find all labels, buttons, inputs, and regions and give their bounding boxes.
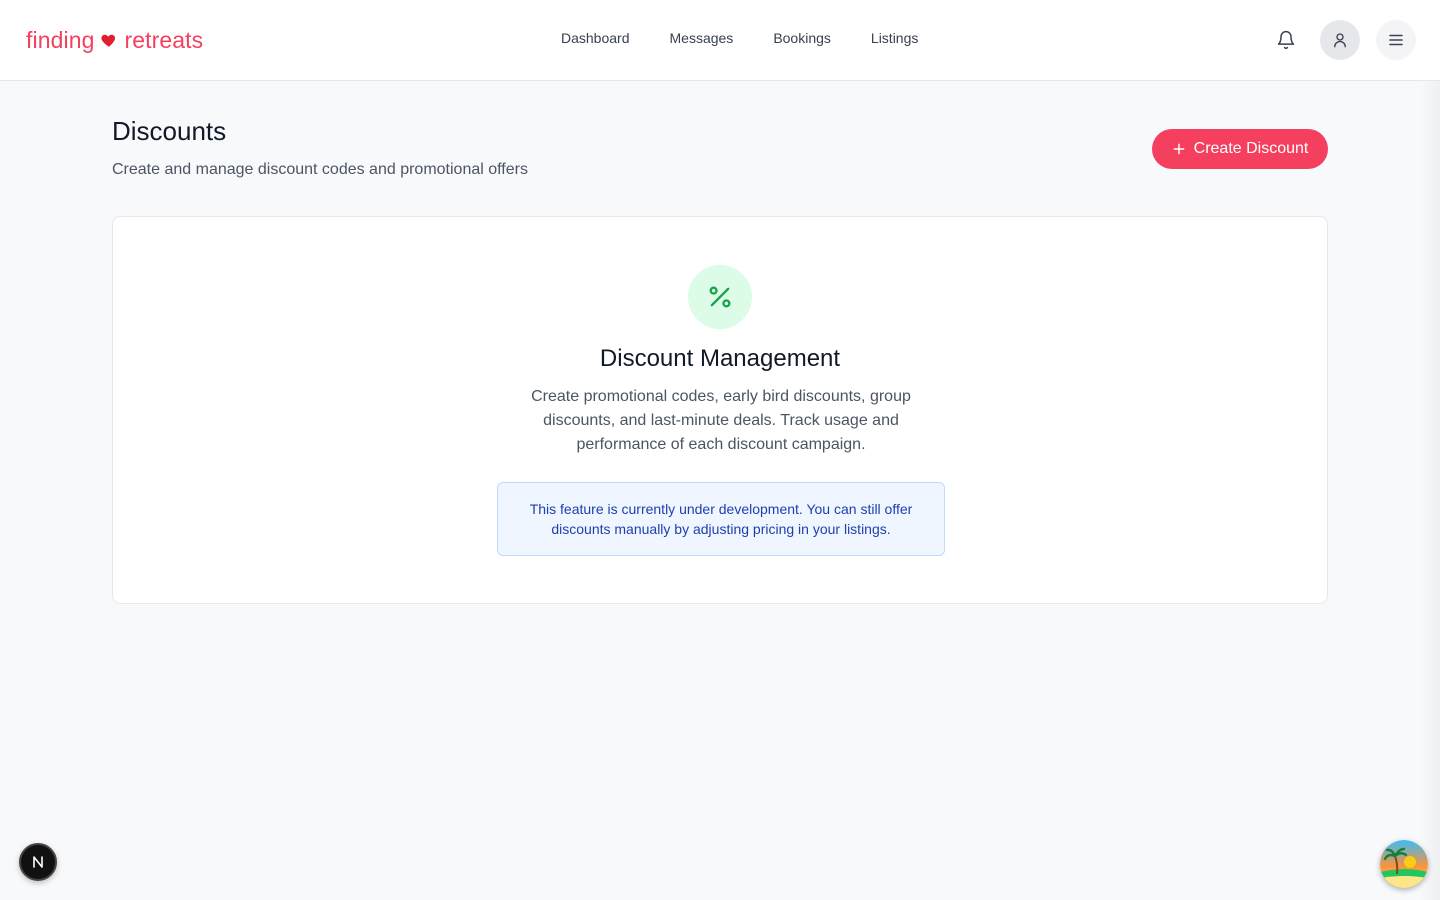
scroll-shade xyxy=(1420,81,1440,900)
discount-management-card: Discount Management Create promotional c… xyxy=(112,216,1328,604)
page-subtitle: Create and manage discount codes and pro… xyxy=(112,161,528,178)
percent-icon xyxy=(709,286,731,308)
page-title: Discounts xyxy=(112,116,227,146)
notifications-button[interactable] xyxy=(1266,20,1306,60)
user-icon xyxy=(1334,33,1346,48)
brand-word-retreats: retreats xyxy=(124,26,204,53)
nav-dashboard[interactable]: Dashboard xyxy=(561,30,630,46)
heart-icon xyxy=(101,34,116,47)
nav-listings[interactable]: Listings xyxy=(871,30,918,46)
palm-beach-icon xyxy=(1380,840,1428,888)
create-discount-button[interactable]: Create Discount xyxy=(1152,129,1328,169)
brand-word-finding: finding xyxy=(26,26,95,53)
menu-icon xyxy=(1389,34,1403,46)
brand-logo[interactable]: finding retreats xyxy=(26,26,203,54)
percent-icon-badge xyxy=(688,265,752,329)
main-nav: Dashboard Messages Bookings Listings xyxy=(561,30,918,46)
card-description: Create promotional codes, early bird dis… xyxy=(531,388,911,453)
beach-avatar-badge[interactable] xyxy=(1380,840,1428,888)
plus-icon xyxy=(1173,143,1185,155)
nav-bookings[interactable]: Bookings xyxy=(773,30,831,46)
nav-messages[interactable]: Messages xyxy=(670,30,734,46)
notice-text: This feature is currently under developm… xyxy=(529,501,913,537)
user-account-button[interactable] xyxy=(1320,20,1360,60)
menu-button[interactable] xyxy=(1376,20,1416,60)
page-header: Discounts Create and manage discount cod… xyxy=(112,116,528,179)
bell-icon xyxy=(1277,30,1295,50)
top-navbar: finding retreats Dashboard Messages Book… xyxy=(0,0,1440,81)
card-title: Discount Management xyxy=(599,345,841,372)
next-logo-icon xyxy=(33,856,43,868)
nextjs-dev-badge[interactable] xyxy=(19,843,57,881)
development-notice: This feature is currently under developm… xyxy=(497,482,945,556)
create-discount-label: Create Discount xyxy=(1193,140,1309,157)
